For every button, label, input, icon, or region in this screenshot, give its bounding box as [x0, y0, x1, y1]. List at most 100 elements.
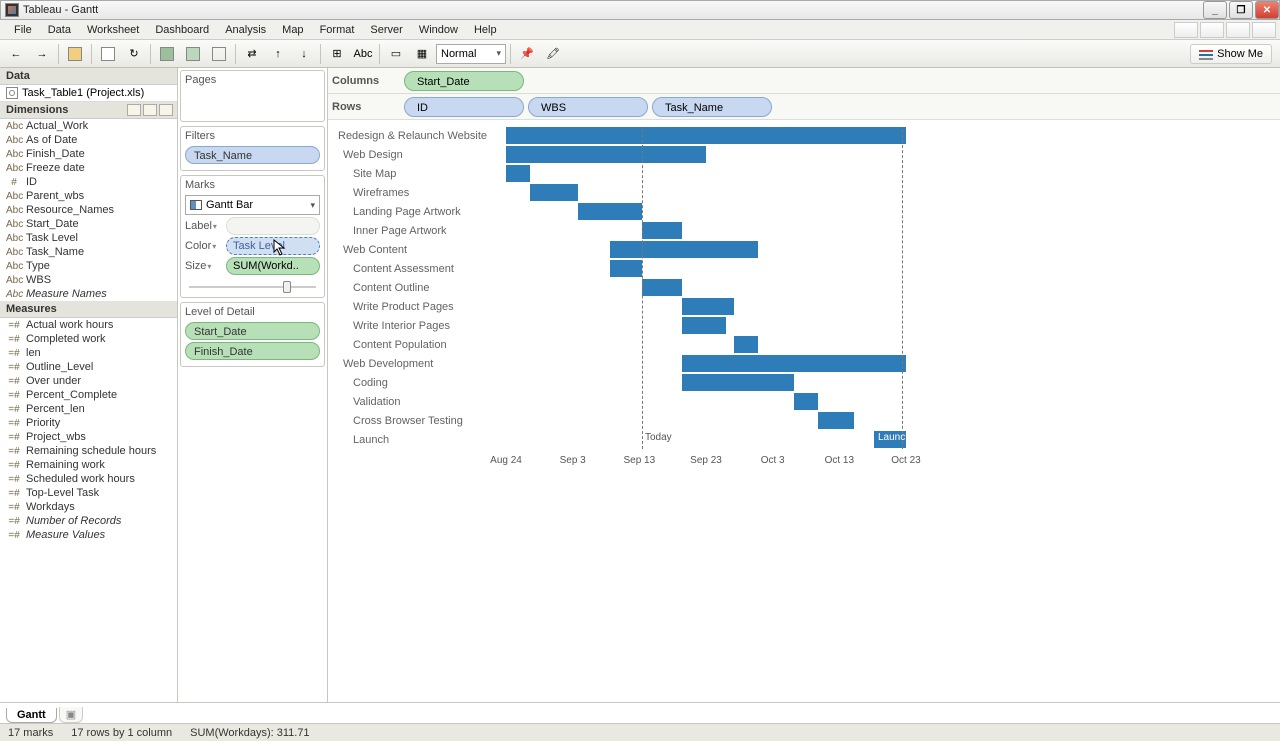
menu-file[interactable]: File — [6, 22, 40, 38]
color-shelf-label[interactable]: Color — [185, 240, 223, 252]
layout-icon-2[interactable] — [1200, 22, 1224, 38]
rows-shelf[interactable]: Rows ID WBS Task_Name — [328, 94, 1280, 120]
gantt-row[interactable]: Wireframes — [328, 183, 1280, 202]
size-slider[interactable] — [185, 277, 320, 291]
gantt-bar[interactable] — [610, 241, 758, 258]
dimension-field[interactable]: AbcStart_Date — [0, 217, 177, 231]
new-sheet-button[interactable] — [155, 43, 179, 65]
gantt-bar[interactable] — [506, 146, 706, 163]
new-sheet-tab[interactable]: ▣ — [59, 707, 83, 723]
show-me-button[interactable]: Show Me — [1190, 44, 1272, 64]
cards-button[interactable]: ▦ — [410, 43, 434, 65]
sheet-tab-gantt[interactable]: Gantt — [6, 708, 57, 723]
menu-icon[interactable] — [159, 104, 173, 116]
dimension-field[interactable]: AbcTask_Name — [0, 245, 177, 259]
gantt-row[interactable]: Content Population — [328, 335, 1280, 354]
presentation-button[interactable]: ▭ — [384, 43, 408, 65]
measure-field[interactable]: =#Priority — [0, 416, 177, 430]
gantt-bar[interactable] — [818, 412, 854, 429]
row-pill-wbs[interactable]: WBS — [528, 97, 648, 117]
measure-field[interactable]: =#Project_wbs — [0, 430, 177, 444]
gantt-row[interactable]: Landing Page Artwork — [328, 202, 1280, 221]
data-source[interactable]: Task_Table1 (Project.xls) — [0, 85, 177, 102]
measure-field[interactable]: =#Number of Records — [0, 514, 177, 528]
menu-window[interactable]: Window — [411, 22, 466, 38]
measure-field[interactable]: =#Top-Level Task — [0, 486, 177, 500]
level-of-detail-shelf[interactable]: Level of Detail Start_Date Finish_Date — [180, 302, 325, 367]
measure-field[interactable]: =#Completed work — [0, 332, 177, 346]
label-shelf-label[interactable]: Label — [185, 220, 223, 232]
gantt-bar[interactable] — [682, 317, 726, 334]
measure-field[interactable]: =#Scheduled work hours — [0, 472, 177, 486]
find-icon[interactable] — [143, 104, 157, 116]
forward-button[interactable]: → — [30, 43, 54, 65]
measure-field[interactable]: =#Over under — [0, 374, 177, 388]
dimension-field[interactable]: AbcFreeze date — [0, 161, 177, 175]
gantt-bar[interactable] — [578, 203, 642, 220]
menu-data[interactable]: Data — [40, 22, 79, 38]
fit-combo[interactable]: Normal — [436, 44, 506, 64]
dimension-field[interactable]: AbcFinish_Date — [0, 147, 177, 161]
duplicate-button[interactable] — [181, 43, 205, 65]
gantt-row[interactable]: Web Design — [328, 145, 1280, 164]
gantt-row[interactable]: Launch — [328, 430, 1280, 449]
gantt-bar[interactable] — [734, 336, 758, 353]
gantt-row[interactable]: Content Outline — [328, 278, 1280, 297]
menu-server[interactable]: Server — [362, 22, 410, 38]
col-pill-startdate[interactable]: Start_Date — [404, 71, 524, 91]
measure-field[interactable]: =#Percent_Complete — [0, 388, 177, 402]
gantt-bar[interactable] — [506, 127, 906, 144]
menu-format[interactable]: Format — [312, 22, 363, 38]
back-button[interactable]: ← — [4, 43, 28, 65]
gantt-row[interactable]: Content Assessment — [328, 259, 1280, 278]
size-shelf-label[interactable]: Size — [185, 260, 223, 272]
menu-map[interactable]: Map — [274, 22, 311, 38]
row-pill-id[interactable]: ID — [404, 97, 524, 117]
gantt-bar[interactable] — [530, 184, 578, 201]
measure-field[interactable]: =#len — [0, 346, 177, 360]
gantt-row[interactable]: Inner Page Artwork — [328, 221, 1280, 240]
maximize-button[interactable]: ❐ — [1229, 1, 1253, 19]
clear-button[interactable] — [207, 43, 231, 65]
gantt-row[interactable]: Site Map — [328, 164, 1280, 183]
row-pill-taskname[interactable]: Task_Name — [652, 97, 772, 117]
measure-field[interactable]: =#Actual work hours — [0, 318, 177, 332]
sort-desc-button[interactable]: ↓ — [292, 43, 316, 65]
gantt-row[interactable]: Write Product Pages — [328, 297, 1280, 316]
home-icon[interactable] — [1252, 22, 1276, 38]
refresh-button[interactable]: ↻ — [122, 43, 146, 65]
menu-worksheet[interactable]: Worksheet — [79, 22, 147, 38]
gantt-bar[interactable] — [682, 374, 794, 391]
lod-pill-finishdate[interactable]: Finish_Date — [185, 342, 320, 360]
gantt-row[interactable]: Coding — [328, 373, 1280, 392]
gantt-row[interactable]: Cross Browser Testing — [328, 411, 1280, 430]
connect-button[interactable] — [96, 43, 120, 65]
dimension-field[interactable]: AbcResource_Names — [0, 203, 177, 217]
dimension-field[interactable]: AbcWBS — [0, 273, 177, 287]
layout-icon-1[interactable] — [1174, 22, 1198, 38]
color-shelf[interactable]: Task Level — [226, 237, 320, 255]
dimension-field[interactable]: AbcType — [0, 259, 177, 273]
gantt-bar[interactable] — [682, 298, 734, 315]
highlight-button[interactable]: 🖍 — [541, 43, 565, 65]
dimension-field[interactable]: AbcParent_wbs — [0, 189, 177, 203]
save-button[interactable] — [63, 43, 87, 65]
filter-pill-taskname[interactable]: Task_Name — [185, 146, 320, 164]
labels-button[interactable]: Abc — [351, 43, 375, 65]
menu-analysis[interactable]: Analysis — [217, 22, 274, 38]
gantt-bar[interactable] — [794, 393, 818, 410]
measure-field[interactable]: =#Outline_Level — [0, 360, 177, 374]
dimension-field[interactable]: #ID — [0, 175, 177, 189]
close-button[interactable]: ✕ — [1255, 1, 1279, 19]
filters-shelf[interactable]: Filters Task_Name — [180, 126, 325, 171]
chart-area[interactable]: Redesign & Relaunch Website Web Design S… — [328, 120, 1280, 702]
measure-field[interactable]: =#Remaining work — [0, 458, 177, 472]
dimension-field[interactable]: AbcMeasure Names — [0, 287, 177, 301]
dimension-field[interactable]: AbcActual_Work — [0, 119, 177, 133]
gantt-bar[interactable] — [642, 279, 682, 296]
gantt-bar[interactable] — [642, 222, 682, 239]
menu-dashboard[interactable]: Dashboard — [147, 22, 217, 38]
sort-asc-button[interactable]: ↑ — [266, 43, 290, 65]
lod-pill-startdate[interactable]: Start_Date — [185, 322, 320, 340]
columns-shelf[interactable]: Columns Start_Date — [328, 68, 1280, 94]
